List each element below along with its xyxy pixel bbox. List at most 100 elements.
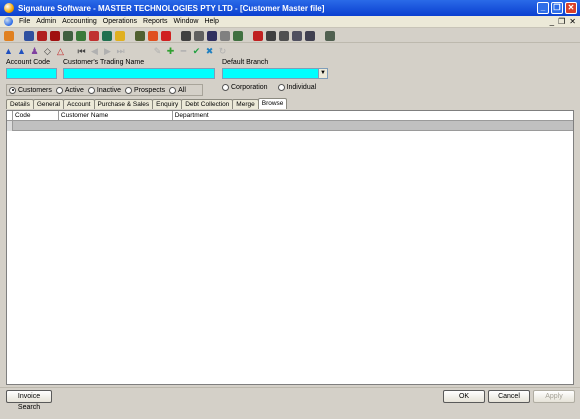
chess-icon[interactable] (207, 30, 217, 41)
moon-icon[interactable] (115, 30, 125, 41)
print-preview-icon[interactable] (325, 30, 335, 41)
radio-icon[interactable] (222, 84, 229, 91)
home-icon[interactable]: ▲ (4, 46, 13, 56)
mdi-close-button[interactable]: ✕ (569, 17, 576, 26)
first-record-icon[interactable]: ⏮ (77, 46, 86, 56)
menu-reports[interactable]: Reports (143, 18, 168, 25)
tab-purchase-sales[interactable]: Purchase & Sales (93, 99, 154, 109)
add-icon[interactable]: ✚ (166, 46, 175, 56)
radio-icon[interactable] (87, 86, 95, 94)
radio-selected-icon[interactable] (9, 86, 16, 94)
table-row[interactable] (7, 121, 573, 131)
account-code-input[interactable] (6, 68, 57, 79)
record-toolbar: ▲ ▲ ♟ ◇ △ ⏮ ◀ ▶ ⏭ ✎ ✚ ━ ✔ ✖ ↻ (0, 45, 580, 57)
entity-type-group: Corporation Individual (222, 84, 316, 91)
document-icon[interactable] (4, 17, 13, 26)
invoice-search-button[interactable]: Invoice Search (6, 390, 52, 411)
warning-icon[interactable]: △ (56, 46, 65, 56)
filter-prospects[interactable]: Prospects (125, 86, 165, 94)
last-record-icon: ⏭ (116, 45, 125, 56)
apply-button[interactable]: Apply (533, 390, 575, 403)
default-branch-select[interactable]: ▼ (222, 68, 328, 79)
menu-bar: File Admin Accounting Operations Reports… (0, 16, 580, 28)
filter-customers[interactable]: Customers (9, 86, 52, 94)
ie-icon[interactable] (148, 30, 158, 41)
filter-active[interactable]: Active (55, 86, 84, 94)
column-header-department[interactable]: Department (172, 111, 573, 121)
account-code-label: Account Code (6, 59, 50, 66)
grid-header: Code Customer Name Department (7, 111, 573, 121)
eraser-icon[interactable] (253, 30, 263, 41)
menu-admin[interactable]: Admin (36, 18, 56, 25)
next-record-icon: ▶ (104, 45, 111, 56)
column-header-customer-name[interactable]: Customer Name (58, 111, 173, 121)
tab-merge[interactable]: Merge (232, 99, 259, 109)
chevron-down-icon[interactable]: ▼ (318, 69, 327, 78)
minimize-button[interactable]: _ (537, 2, 549, 14)
bottle-icon[interactable] (102, 30, 112, 41)
restore-button[interactable]: ❐ (551, 2, 563, 14)
chart-icon[interactable] (181, 30, 191, 41)
main-toolbar (0, 29, 580, 43)
refresh-icon: ↻ (218, 45, 227, 56)
bottom-bar: Invoice Search OK Cancel Apply (0, 387, 580, 419)
entity-corporation[interactable]: Corporation (222, 84, 268, 91)
runner-icon[interactable] (4, 30, 14, 41)
radio-icon[interactable] (55, 86, 63, 94)
menu-file[interactable]: File (19, 18, 30, 25)
ok-button[interactable]: OK (443, 390, 485, 403)
folder-icon[interactable] (305, 30, 315, 41)
ledger-icon[interactable] (24, 30, 34, 41)
tab-details[interactable]: Details (6, 99, 34, 109)
default-branch-label: Default Branch (222, 59, 269, 66)
cancel-button[interactable]: Cancel (488, 390, 530, 403)
menu-help[interactable]: Help (204, 18, 218, 25)
dots-icon[interactable] (220, 30, 230, 41)
window-title: Signature Software - MASTER TECHNOLOGIES… (18, 3, 325, 13)
filter-inactive[interactable]: Inactive (87, 86, 121, 94)
tab-account[interactable]: Account (63, 99, 95, 109)
tab-enquiry[interactable]: Enquiry (152, 99, 183, 109)
edit-icon: ✎ (153, 45, 162, 56)
stack-icon[interactable] (63, 30, 73, 41)
book-icon[interactable] (50, 30, 60, 41)
radio-icon[interactable] (169, 86, 177, 94)
delete-icon: ━ (180, 45, 187, 56)
trading-name-input[interactable] (63, 68, 215, 79)
entity-individual[interactable]: Individual (277, 84, 316, 91)
cancel-icon[interactable]: ✖ (205, 46, 214, 56)
calendar-icon[interactable] (279, 30, 289, 41)
menu-accounting[interactable]: Accounting (62, 18, 97, 25)
radio-icon[interactable] (125, 86, 133, 94)
tab-general[interactable]: General (32, 99, 64, 109)
tab-strip: Details General Account Purchase & Sales… (6, 98, 288, 110)
tools-icon[interactable] (135, 30, 145, 41)
transfer-icon[interactable] (37, 30, 47, 41)
prev-record-icon: ◀ (91, 45, 98, 56)
eraser-small-icon[interactable]: ◇ (43, 46, 52, 56)
menu-operations[interactable]: Operations (103, 18, 137, 25)
map-icon[interactable] (233, 30, 243, 41)
clipboard-icon[interactable] (194, 30, 204, 41)
person-icon[interactable]: ♟ (30, 46, 39, 56)
radio-icon[interactable] (277, 84, 285, 91)
confirm-icon[interactable]: ✔ (192, 46, 201, 56)
column-header-code[interactable]: Code (12, 111, 59, 121)
home-alt-icon[interactable]: ▲ (17, 46, 26, 56)
app-icon (4, 3, 14, 13)
checklist-icon[interactable] (266, 30, 276, 41)
row-indicator (7, 121, 13, 131)
menu-window[interactable]: Window (174, 18, 199, 25)
pen-icon[interactable] (76, 30, 86, 41)
close-button[interactable]: ✕ (565, 2, 577, 14)
record-icon[interactable] (89, 30, 99, 41)
alert-icon[interactable] (161, 30, 171, 41)
mdi-minimize-button[interactable]: _ (550, 17, 554, 26)
tab-debt-collection[interactable]: Debt Collection (181, 99, 234, 109)
filter-all[interactable]: All (169, 86, 186, 94)
trading-name-label: Customer's Trading Name (63, 59, 145, 66)
network-icon[interactable] (292, 30, 302, 41)
browse-grid[interactable]: Code Customer Name Department (6, 110, 574, 385)
mdi-restore-button[interactable]: ❐ (558, 17, 565, 26)
tab-browse[interactable]: Browse (257, 98, 288, 109)
